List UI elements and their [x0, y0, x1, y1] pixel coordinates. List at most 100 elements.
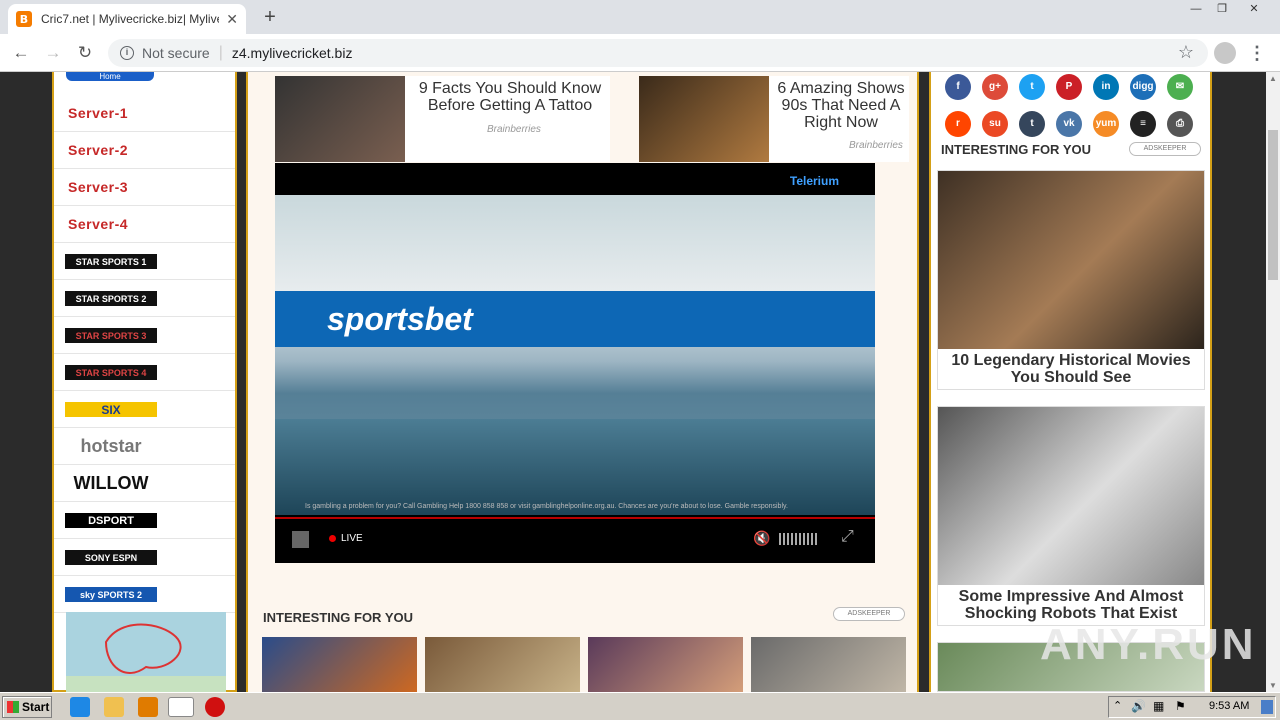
map-widget[interactable]	[66, 612, 226, 692]
home-button[interactable]: Home	[66, 72, 154, 81]
digg-icon[interactable]: digg	[1130, 74, 1156, 100]
page-viewport: Home Server-1 Server-2 Server-3 Server-4…	[0, 72, 1266, 692]
bookmark-star-icon[interactable]: ☆	[1178, 42, 1194, 63]
pinterest-icon[interactable]: P	[1056, 74, 1082, 100]
flag-icon[interactable]: ⚑	[1175, 699, 1186, 713]
start-button[interactable]: Start	[2, 696, 52, 718]
info-icon[interactable]: i	[120, 46, 134, 60]
ad-title: 6 Amazing Shows 90s That Need A Right No…	[777, 80, 905, 131]
card-robots[interactable]: Some Impressive And Almost Shocking Robo…	[937, 406, 1205, 626]
star-sports-2-logo: STAR SPORTS 2	[65, 291, 157, 306]
tumblr-icon[interactable]: t	[1019, 111, 1045, 137]
left-sidebar: Home Server-1 Server-2 Server-3 Server-4…	[52, 72, 237, 692]
stop-button[interactable]	[292, 531, 309, 548]
clock[interactable]: 9:53 AM	[1209, 700, 1249, 712]
sidebar-item-star-sports-2[interactable]: STAR SPORTS 2	[54, 280, 235, 317]
sidebar-item-willow[interactable]: WILLOW	[54, 465, 235, 502]
show-desktop-icon[interactable]	[1261, 700, 1273, 714]
media-player-icon[interactable]	[138, 697, 158, 717]
sidebar-item-star-sports-3[interactable]: STAR SPORTS 3	[54, 317, 235, 354]
ad-thumbnail[interactable]	[588, 637, 743, 692]
scroll-up-icon[interactable]: ▲	[1269, 74, 1277, 83]
yummly-icon[interactable]: yum	[1093, 111, 1119, 137]
sidebar-item-dsport[interactable]: DSPORT	[54, 502, 235, 539]
forward-icon[interactable]: →	[42, 42, 64, 64]
menu-dots-icon[interactable]: ⋮	[1248, 42, 1266, 64]
adskeeper-logo[interactable]: ADSKEEPER	[1129, 142, 1201, 156]
server-label: Server-4	[68, 216, 129, 232]
sidebar-item-server-4[interactable]: Server-4	[54, 206, 235, 243]
back-icon[interactable]: ←	[10, 42, 32, 64]
sidebar-item-server-1[interactable]: Server-1	[54, 95, 235, 132]
scroll-down-icon[interactable]: ▼	[1269, 681, 1277, 690]
server-label: Server-1	[68, 105, 129, 121]
ad-title: 9 Facts You Should Know Before Getting A…	[418, 80, 602, 114]
email-icon[interactable]: ✉	[1167, 74, 1193, 100]
facebook-icon[interactable]: f	[945, 74, 971, 100]
adskeeper-logo[interactable]: ADSKEEPER	[833, 607, 905, 621]
window-close-icon[interactable]: ✕	[1240, 0, 1268, 18]
print-icon[interactable]: ⎙	[1167, 111, 1193, 137]
live-dot-icon	[329, 535, 336, 542]
sidebar-item-sony-espn[interactable]: SONY ESPN	[54, 539, 235, 576]
browser-tab[interactable]: B Cric7.net | Mylivecricke.biz| Mylivecr…	[8, 4, 246, 34]
scroll-thumb[interactable]	[1268, 130, 1278, 280]
new-tab-button[interactable]: +	[258, 4, 282, 30]
six-logo: SIX	[65, 402, 157, 417]
ie-icon[interactable]	[70, 697, 90, 717]
sidebar-item-six[interactable]: SIX	[54, 391, 235, 428]
video-frame[interactable]: sportsbet Is gambling a problem for you?…	[275, 195, 875, 515]
map-route-graphic	[66, 623, 226, 692]
tray-arrow-icon[interactable]: ⌃	[1113, 699, 1122, 712]
card-historical-movies[interactable]: 10 Legendary Historical Movies You Shoul…	[937, 170, 1205, 390]
linkedin-icon[interactable]: in	[1093, 74, 1119, 100]
ad-thumbnail[interactable]	[425, 637, 580, 692]
watermark: ANY.RUN	[1040, 620, 1257, 669]
vk-icon[interactable]: vk	[1056, 111, 1082, 137]
reddit-icon[interactable]: r	[945, 111, 971, 137]
sidebar-item-hotstar[interactable]: hotstar	[54, 428, 235, 465]
server-label: Server-2	[68, 142, 129, 158]
explorer-icon[interactable]	[104, 697, 124, 717]
ad-thumbnail[interactable]	[262, 637, 417, 692]
address-bar[interactable]: i Not secure | z4.mylivecricket.biz ☆	[108, 39, 1208, 67]
card-image	[938, 407, 1204, 585]
minimize-icon[interactable]: —	[1182, 0, 1210, 18]
volume-slider[interactable]	[779, 533, 817, 545]
profile-avatar[interactable]	[1214, 42, 1236, 64]
restore-icon[interactable]: ❐	[1208, 0, 1236, 18]
telerium-logo: Telerium	[789, 174, 839, 188]
right-sidebar: f g+ t Pin digg ✉ r su t vk yum ≡ ⎙ INTERESTING FOR …	[929, 72, 1212, 692]
network-icon[interactable]: ▦	[1153, 699, 1164, 713]
chrome-icon[interactable]	[168, 697, 194, 717]
live-label: LIVE	[341, 533, 363, 544]
card-image	[938, 171, 1204, 349]
google-plus-icon[interactable]: g+	[982, 74, 1008, 100]
sidebar-item-server-2[interactable]: Server-2	[54, 132, 235, 169]
main-content: 9 Facts You Should Know Before Getting A…	[246, 72, 919, 692]
sidebar-item-star-sports-1[interactable]: STAR SPORTS 1	[54, 243, 235, 280]
close-tab-icon[interactable]: ✕	[226, 11, 238, 28]
page-scrollbar[interactable]: ▲ ▼	[1266, 72, 1280, 692]
reload-icon[interactable]: ↻	[74, 42, 96, 64]
ad-thumbnail[interactable]	[751, 637, 906, 692]
ad-tattoo[interactable]: 9 Facts You Should Know Before Getting A…	[275, 76, 610, 162]
url-text[interactable]: z4.mylivecricket.biz	[232, 45, 353, 61]
buffer-icon[interactable]: ≡	[1130, 111, 1156, 137]
sidebar-item-sky-sports-2[interactable]: sky SPORTS 2	[54, 576, 235, 613]
card-title: Some Impressive And Almost Shocking Robo…	[958, 588, 1184, 622]
sidebar-item-server-3[interactable]: Server-3	[54, 169, 235, 206]
card-title: 10 Legendary Historical Movies You Shoul…	[951, 352, 1191, 386]
video-player[interactable]: Telerium sportsbet Is gambling a problem…	[275, 163, 875, 563]
dsport-logo: DSPORT	[65, 513, 157, 528]
fullscreen-icon[interactable]: ⤢	[841, 528, 854, 546]
stumbleupon-icon[interactable]: su	[982, 111, 1008, 137]
blogger-favicon-icon: B	[16, 11, 32, 27]
browser-toolbar: ← → ↻ i Not secure | z4.mylivecricket.bi…	[0, 34, 1280, 72]
sidebar-item-star-sports-4[interactable]: STAR SPORTS 4	[54, 354, 235, 391]
twitter-icon[interactable]: t	[1019, 74, 1045, 100]
opera-icon[interactable]	[205, 697, 225, 717]
volume-icon[interactable]: 🔊	[1131, 699, 1146, 713]
ad-90s-shows[interactable]: 6 Amazing Shows 90s That Need A Right No…	[639, 76, 909, 162]
mute-icon[interactable]: 🔇	[753, 530, 770, 547]
